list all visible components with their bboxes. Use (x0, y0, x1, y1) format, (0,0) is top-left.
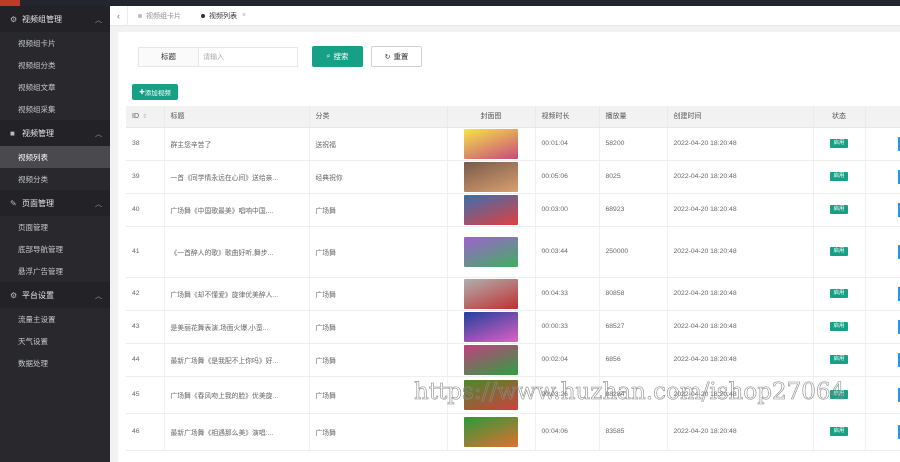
watermark: https://www.huzhan.com/ishop27064 (414, 379, 846, 406)
svg-text:https://www.huzhan.com/ishop27: https://www.huzhan.com/ishop27064 (414, 379, 845, 405)
